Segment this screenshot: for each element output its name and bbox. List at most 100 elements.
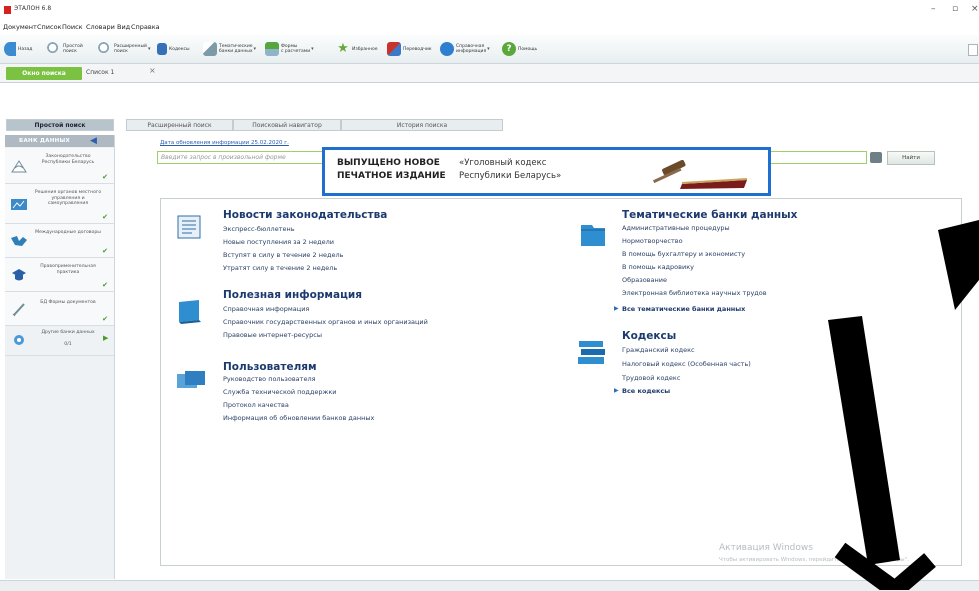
dropdown-caret-icon: ▾ — [253, 45, 257, 52]
thematic-link[interactable]: В помощь бухгалтеру и экономисту — [622, 250, 745, 258]
thematic-link[interactable]: Образование — [622, 276, 667, 284]
thematic-link[interactable]: Административные процедуры — [622, 224, 730, 232]
codes-link[interactable]: Налоговый кодекс (Особенная часть) — [622, 360, 751, 368]
tab-list-1[interactable]: Список 1 — [86, 69, 114, 76]
checked-icon: ✔ — [102, 213, 108, 221]
advanced-search-button[interactable]: Расширенный поиск ▾ — [98, 38, 151, 60]
checked-icon: ✔ — [102, 315, 108, 323]
sidebar-item-international-treaties[interactable]: Международные договоры ✔ — [5, 224, 114, 258]
tab-advanced-search[interactable]: Расширенный поиск — [126, 119, 233, 131]
tab-search-navigator[interactable]: Поисковый навигатор — [233, 119, 341, 131]
simple-search-button[interactable]: Простой поиск — [47, 38, 83, 60]
useful-link[interactable]: Справочная информация — [223, 305, 309, 313]
news-link[interactable]: Экспресс-бюллетень — [223, 225, 295, 233]
update-date-link[interactable]: Дата обновления информации 25.02.2020 г. — [160, 140, 289, 146]
favorites-star-icon: ★ — [337, 41, 349, 56]
useful-link[interactable]: Справочник государственных органов и ины… — [223, 318, 428, 326]
users-link[interactable]: Служба технической поддержки — [223, 388, 337, 396]
banner-line-1: ВЫПУЩЕНО НОВОЕ — [337, 158, 440, 168]
section-title-useful: Полезная информация — [223, 289, 362, 301]
app-logo-icon — [4, 6, 11, 14]
users-link[interactable]: Информация об обновлении банков данных — [223, 414, 374, 422]
thematic-link[interactable]: В помощь кадровику — [622, 263, 694, 271]
dropdown-caret-icon: ▾ — [311, 45, 314, 52]
close-button[interactable]: × — [971, 4, 979, 14]
banner-quote-2: Республики Беларусь» — [459, 171, 562, 181]
menu-help[interactable]: Справка — [131, 23, 160, 31]
sidebar-item-other-banks[interactable]: Другие банки данных 0/1 ▶ — [5, 326, 114, 356]
sidebar-item-local-decisions[interactable]: Решения органов местного управления и са… — [5, 184, 114, 224]
search-options-icon[interactable] — [870, 152, 882, 163]
other-banks-icon — [14, 335, 24, 345]
minimize-button[interactable]: – — [931, 4, 936, 14]
all-thematic-banks-link[interactable]: Все тематические банки данных — [622, 305, 745, 313]
arrow-right-icon: ▶ — [614, 387, 619, 394]
panel-toggle-icon[interactable] — [968, 44, 978, 56]
menu-dictionaries[interactable]: Словари — [86, 23, 115, 31]
sidebar-item-legislation[interactable]: Законодательство Республики Беларусь ✔ — [5, 148, 114, 184]
translator-button[interactable]: Переводчик — [387, 38, 432, 60]
menu-view[interactable]: Вид — [117, 23, 130, 31]
translator-icon — [387, 42, 401, 56]
international-treaties-icon — [11, 236, 27, 246]
toolbar: Назад Простой поиск Расширенный поиск ▾ … — [0, 35, 979, 64]
other-banks-count: 0/1 — [64, 342, 72, 347]
tab-simple-search[interactable]: Простой поиск — [6, 119, 114, 131]
activation-watermark-title: Активация Windows — [719, 543, 813, 553]
local-decisions-icon — [11, 199, 27, 210]
users-link[interactable]: Руководство пользователя — [223, 375, 316, 383]
sidebar-item-law-practice[interactable]: Правоприменительная практика ✔ — [5, 258, 114, 292]
expand-arrow-icon[interactable]: ▶ — [103, 334, 108, 342]
section-title-codes: Кодексы — [622, 330, 677, 342]
window-title: ЭТАЛОН 6.8 — [14, 5, 52, 12]
close-tab-icon[interactable]: × — [149, 66, 156, 75]
favorites-button[interactable]: ★ Избранное — [336, 38, 377, 60]
info-icon — [440, 42, 454, 56]
menu-search[interactable]: Поиск — [62, 23, 83, 31]
law-practice-icon — [12, 269, 26, 281]
maximize-button[interactable]: ▫ — [952, 4, 958, 14]
codes-link[interactable]: Гражданский кодекс — [622, 346, 695, 354]
search-icon — [47, 42, 61, 56]
menu-bar: Документ Список Поиск Словари Вид Справк… — [0, 20, 979, 34]
dropdown-caret-icon: ▾ — [487, 45, 490, 52]
collapse-arrow-icon[interactable]: ◀ — [90, 136, 104, 146]
menu-list[interactable]: Список — [37, 23, 62, 31]
reference-info-button[interactable]: Справочная информация ▾ — [440, 38, 490, 60]
find-button[interactable]: Найти — [887, 151, 935, 165]
title-bar — [0, 0, 979, 20]
codes-button[interactable]: Кодексы — [157, 38, 190, 60]
section-title-users: Пользователям — [223, 361, 317, 373]
news-link[interactable]: Утратят силу в течение 2 недель — [223, 264, 337, 272]
books-stack-icon — [578, 341, 605, 364]
forms-icon — [265, 42, 279, 56]
info-book-icon — [179, 300, 201, 324]
back-arrow-icon — [4, 42, 16, 56]
tab-search-window[interactable]: Окно поиска — [6, 67, 82, 80]
checked-icon: ✔ — [102, 173, 108, 181]
dropdown-caret-icon: ▾ — [147, 45, 151, 52]
help-button[interactable]: ? Помощь — [502, 38, 537, 60]
news-link[interactable]: Новые поступления за 2 недели — [223, 238, 334, 246]
banner-line-2: ПЕЧАТНОЕ ИЗДАНИЕ — [337, 171, 446, 181]
news-link[interactable]: Вступят в силу в течение 2 недель — [223, 251, 343, 259]
newspaper-icon — [177, 215, 201, 239]
back-button[interactable]: Назад — [4, 38, 32, 60]
all-codes-link[interactable]: Все кодексы — [622, 387, 670, 395]
banner-quote-1: «Уголовный кодекс — [459, 158, 547, 168]
menu-document[interactable]: Документ — [3, 23, 37, 31]
codes-link[interactable]: Трудовой кодекс — [622, 374, 680, 382]
forms-button[interactable]: Формы с расчетами ▾ — [265, 38, 314, 60]
legislation-icon — [11, 160, 27, 173]
useful-link[interactable]: Правовые интернет-ресурсы — [223, 331, 322, 339]
users-link[interactable]: Протокол качества — [223, 401, 289, 409]
sidebar-item-document-forms[interactable]: БД Формы документов ✔ — [5, 292, 114, 326]
thematic-banks-button[interactable]: Тематические банки данных ▾ — [203, 38, 256, 60]
thematic-link[interactable]: Электронная библиотека научных трудов — [622, 289, 767, 297]
tab-search-history[interactable]: История поиска — [341, 119, 503, 131]
document-forms-icon — [12, 303, 25, 317]
document-tabs-bar — [0, 64, 979, 83]
thematic-banks-icon — [203, 42, 217, 56]
thematic-link[interactable]: Нормотворчество — [622, 237, 683, 245]
folder-icon — [581, 225, 605, 246]
